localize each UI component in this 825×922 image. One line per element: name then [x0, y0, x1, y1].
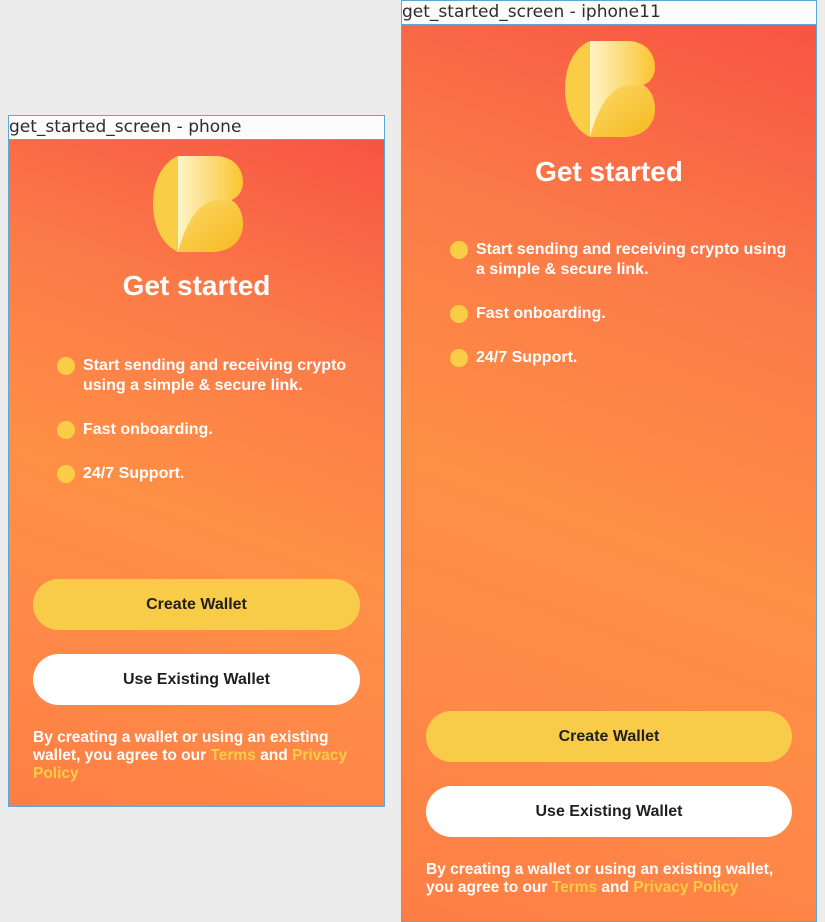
- list-item: Fast onboarding.: [57, 420, 357, 440]
- feature-text: Fast onboarding.: [83, 421, 213, 438]
- list-item: Fast onboarding.: [450, 304, 795, 324]
- feature-text: Start sending and receiving crypto using…: [476, 241, 787, 278]
- page-title: Get started: [535, 156, 683, 187]
- terms-middle: and: [255, 747, 292, 764]
- get-started-screen: Get started Start sending and receiving …: [402, 25, 816, 921]
- bullet-dot-icon: [57, 357, 75, 375]
- terms-notice: By creating a wallet or using an existin…: [33, 729, 353, 783]
- list-item: 24/7 Support.: [450, 348, 795, 368]
- list-item: 24/7 Support.: [57, 464, 357, 484]
- terms-link[interactable]: Terms: [210, 747, 255, 764]
- feature-text: 24/7 Support.: [476, 349, 578, 366]
- feature-text: 24/7 Support.: [83, 465, 185, 482]
- terms-middle: and: [597, 879, 634, 896]
- feature-text: Fast onboarding.: [476, 305, 606, 322]
- feature-list: Start sending and receiving crypto using…: [450, 240, 795, 392]
- use-existing-wallet-button[interactable]: Use Existing Wallet: [33, 654, 360, 705]
- use-existing-wallet-button[interactable]: Use Existing Wallet: [426, 786, 792, 837]
- bullet-dot-icon: [450, 305, 468, 323]
- bullet-dot-icon: [57, 465, 75, 483]
- terms-notice: By creating a wallet or using an existin…: [426, 861, 796, 897]
- privacy-policy-link[interactable]: Privacy Policy: [633, 879, 738, 896]
- list-item: Start sending and receiving crypto using…: [450, 240, 795, 280]
- create-wallet-button[interactable]: Create Wallet: [426, 711, 792, 762]
- terms-link[interactable]: Terms: [552, 879, 597, 896]
- app-logo-icon: [565, 41, 655, 137]
- feature-text: Start sending and receiving crypto using…: [83, 357, 347, 394]
- bullet-dot-icon: [450, 349, 468, 367]
- page-title: Get started: [122, 270, 271, 301]
- frame-label: get_started_screen - iphone11: [402, 1, 816, 25]
- get-started-screen: Get started Start sending and receiving …: [9, 140, 384, 806]
- frame-label: get_started_screen - phone: [9, 116, 384, 140]
- feature-list: Start sending and receiving crypto using…: [57, 356, 357, 508]
- iphone11-frame: get_started_screen - iphone11 Get starte…: [401, 0, 817, 922]
- bullet-dot-icon: [450, 241, 468, 259]
- app-logo-icon: [153, 156, 243, 252]
- create-wallet-button[interactable]: Create Wallet: [33, 579, 360, 630]
- phone-frame: get_started_screen - phone Get started S…: [8, 115, 385, 807]
- bullet-dot-icon: [57, 421, 75, 439]
- list-item: Start sending and receiving crypto using…: [57, 356, 357, 396]
